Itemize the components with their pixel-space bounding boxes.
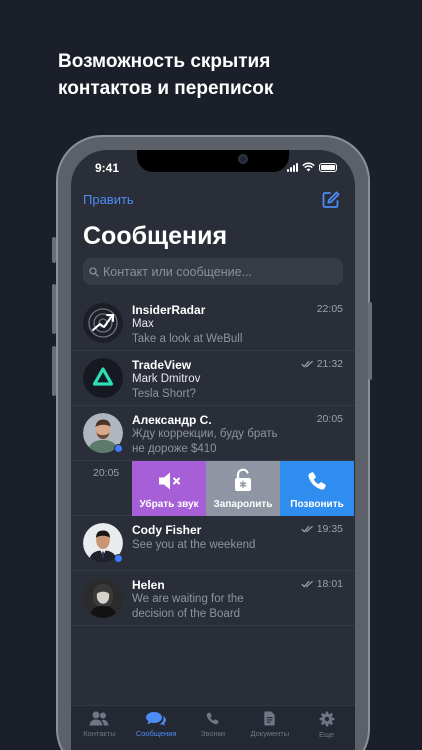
chat-name: Александр С. xyxy=(132,413,212,427)
chat-row-tradeview[interactable]: TradeView Mark Dmitrov Tesla Short? 21:3… xyxy=(71,351,355,406)
chat-time-text: 20:05 xyxy=(316,413,343,425)
double-check-icon xyxy=(301,525,313,533)
tab-calls[interactable]: Звонки xyxy=(185,706,242,750)
tab-label: Еще xyxy=(318,730,335,739)
headline-line-1: Возможность скрытия xyxy=(58,51,271,72)
phone-mute-switch xyxy=(52,237,56,263)
chat-preview-line-1: We are waiting for the xyxy=(132,593,244,605)
chat-sender: Mark Dmitrov xyxy=(132,373,201,385)
mute-button-label: Убрать звук xyxy=(139,499,199,510)
chat-row-alexander[interactable]: Александр С. Жду коррекции, буду брать н… xyxy=(71,406,355,461)
avatar-helen xyxy=(83,578,123,618)
mute-button[interactable]: Убрать звук xyxy=(132,461,206,516)
lock-icon xyxy=(235,468,251,491)
compose-icon[interactable] xyxy=(321,190,341,210)
tradeview-logo-icon xyxy=(83,358,123,398)
camera-icon xyxy=(238,154,248,164)
lock-button-label: Запаролить xyxy=(213,499,273,510)
headline-line-2: контактов и переписок xyxy=(58,78,274,99)
chat-name: InsiderRadar xyxy=(132,303,206,317)
chat-row-swiped[interactable]: 20:05 Убрать звук Запаролить Позвонить xyxy=(71,461,355,516)
chat-time: 22:05 xyxy=(317,303,343,315)
mute-icon xyxy=(159,472,180,490)
chat-time-text: 20:05 xyxy=(93,467,120,479)
chat-row-cody-fisher[interactable]: Cody Fisher See you at the weekend 19:35 xyxy=(71,516,355,571)
call-button[interactable]: Позвонить xyxy=(280,461,354,516)
chat-list: InsiderRadar Max Take a look at WeBull 2… xyxy=(71,296,355,626)
chat-name: Cody Fisher xyxy=(132,523,202,537)
chat-preview-line-1: Жду коррекции, буду брать xyxy=(132,428,278,440)
chat-time: 18:01 xyxy=(301,578,343,590)
chat-preview-line-2: decision of the Board xyxy=(132,608,241,620)
search-placeholder: Контакт или сообщение... xyxy=(103,264,253,279)
double-check-icon xyxy=(301,360,313,368)
phone-power-button xyxy=(368,302,372,380)
tab-bar: Контакты Сообщения Звонки Документы Еще xyxy=(71,705,355,750)
avatar-insiderradar xyxy=(83,303,123,343)
chat-time: 20:05 xyxy=(317,413,343,425)
gear-icon xyxy=(319,711,335,727)
online-indicator xyxy=(114,444,123,453)
online-indicator xyxy=(114,554,123,563)
chat-time-text: 18:01 xyxy=(316,578,343,590)
chat-name: TradeView xyxy=(132,358,192,372)
chat-preview-line-2: не дороже $410 xyxy=(132,443,217,455)
chat-time-text: 19:35 xyxy=(316,523,343,535)
tab-label: Контакты xyxy=(83,729,116,738)
chat-time: 20:05 xyxy=(93,467,119,479)
chat-preview: Take a look at WeBull xyxy=(132,333,243,345)
tab-label: Сообщения xyxy=(135,729,177,738)
contacts-icon xyxy=(89,711,109,726)
chat-preview: See you at the weekend xyxy=(132,539,256,551)
battery-icon xyxy=(319,162,337,172)
phone-volume-down xyxy=(52,346,56,396)
double-check-icon xyxy=(301,580,313,588)
avatar-tradeview xyxy=(83,358,123,398)
lock-button[interactable]: Запаролить xyxy=(206,461,280,516)
chat-time: 21:32 xyxy=(301,358,343,370)
phone-volume-up xyxy=(52,284,56,334)
page-title: Сообщения xyxy=(83,222,228,250)
search-input[interactable]: Контакт или сообщение... xyxy=(83,258,343,285)
tab-documents[interactable]: Документы xyxy=(241,706,298,750)
chat-time: 19:35 xyxy=(301,523,343,535)
chat-preview: Tesla Short? xyxy=(132,388,196,400)
status-icons xyxy=(287,162,337,172)
status-time: 9:41 xyxy=(95,161,120,175)
document-icon xyxy=(264,711,275,726)
phone-icon xyxy=(308,472,326,490)
chat-row-helen[interactable]: Helen We are waiting for the decision of… xyxy=(71,571,355,626)
radar-logo-icon xyxy=(83,303,123,343)
tab-label: Документы xyxy=(250,729,290,738)
chat-sender: Max xyxy=(132,318,154,330)
chat-time-text: 22:05 xyxy=(316,303,343,315)
tab-label: Звонки xyxy=(200,729,226,738)
chat-icon xyxy=(146,712,167,726)
call-button-label: Позвонить xyxy=(290,499,344,510)
phone-screen: 9:41 Править Сообщения Контакт или сообщ… xyxy=(71,150,355,750)
promo-headline: Возможность скрытия контактов и переписо… xyxy=(58,48,273,102)
phone-icon xyxy=(207,712,219,725)
search-icon xyxy=(89,266,99,277)
edit-button[interactable]: Править xyxy=(83,192,134,207)
chat-row-insiderradar[interactable]: InsiderRadar Max Take a look at WeBull 2… xyxy=(71,296,355,351)
phone-notch xyxy=(137,150,289,172)
tab-more[interactable]: Еще xyxy=(298,706,355,750)
tab-contacts[interactable]: Контакты xyxy=(71,706,128,750)
person-photo-icon xyxy=(83,578,123,618)
chat-name: Helen xyxy=(132,578,165,592)
tab-messages[interactable]: Сообщения xyxy=(128,706,185,750)
chat-time-text: 21:32 xyxy=(316,358,343,370)
wifi-icon xyxy=(302,162,315,172)
signal-icon xyxy=(287,162,298,172)
